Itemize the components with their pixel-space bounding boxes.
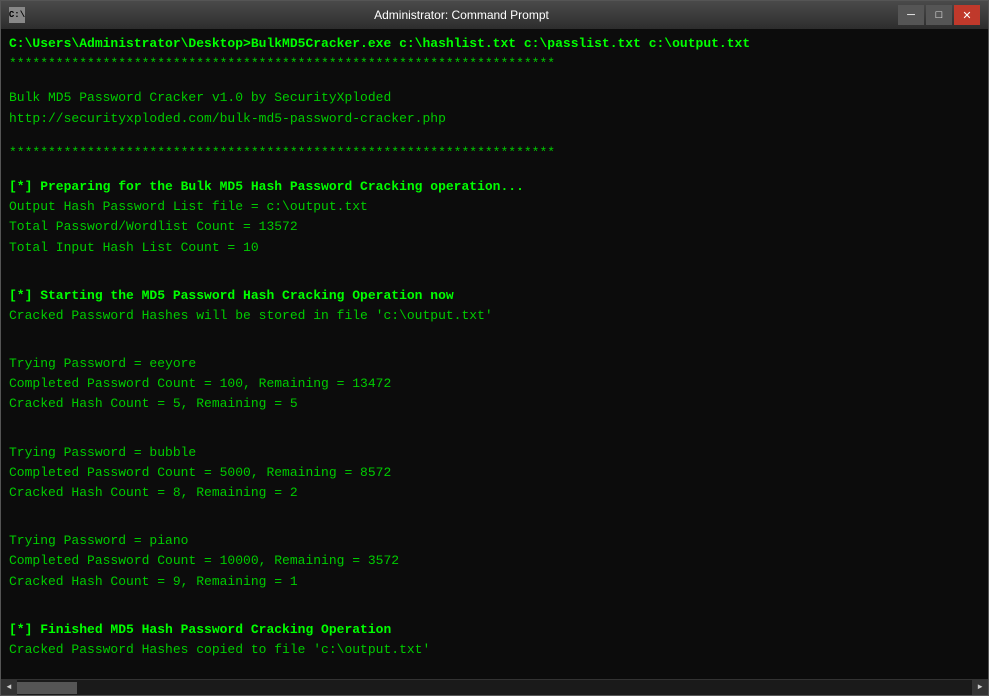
horizontal-scrollbar[interactable]: ◄ ► xyxy=(1,679,988,695)
terminal-line: [*] Finished MD5 Hash Password Cracking … xyxy=(9,621,980,639)
terminal-line: [*] Starting the MD5 Password Hash Crack… xyxy=(9,287,980,305)
empty-line xyxy=(9,273,980,287)
terminal-content[interactable]: C:\Users\Administrator\Desktop>BulkMD5Cr… xyxy=(1,29,988,679)
title-bar: C:\ Administrator: Command Prompt ─ □ ✕ xyxy=(1,1,988,29)
terminal-line: Trying Password = piano xyxy=(9,532,980,550)
terminal-line: Cracked Hash Count = 9, Remaining = 1 xyxy=(9,573,980,591)
title-bar-controls: ─ □ ✕ xyxy=(898,5,980,25)
command-prompt-window: C:\ Administrator: Command Prompt ─ □ ✕ … xyxy=(0,0,989,696)
scroll-thumb[interactable] xyxy=(17,682,77,694)
empty-line xyxy=(9,259,980,273)
terminal-line: Completed Password Count = 100, Remainin… xyxy=(9,375,980,393)
terminal-line: Completed Password Count = 5000, Remaini… xyxy=(9,464,980,482)
empty-line xyxy=(9,593,980,607)
terminal-line: Cracked Password Hashes will be stored i… xyxy=(9,307,980,325)
scroll-left-button[interactable]: ◄ xyxy=(1,680,17,696)
terminal-line: Cracked Hash Count = 5, Remaining = 5 xyxy=(9,395,980,413)
empty-line xyxy=(9,164,980,178)
title-bar-left: C:\ xyxy=(9,7,25,23)
terminal-line: [*] Preparing for the Bulk MD5 Hash Pass… xyxy=(9,178,980,196)
terminal-line: Completed Password Count = 10000, Remain… xyxy=(9,552,980,570)
command-prompt-line: C:\Users\Administrator\Desktop>BulkMD5Cr… xyxy=(9,35,980,53)
terminal-line: Cracked Password Hashes copied to file '… xyxy=(9,641,980,659)
terminal-output: ****************************************… xyxy=(9,55,980,679)
empty-line xyxy=(9,607,980,621)
terminal-line: Total Input Hash List Count = 10 xyxy=(9,239,980,257)
scroll-track[interactable] xyxy=(17,680,972,695)
empty-line xyxy=(9,661,980,675)
terminal-line: Cracked Hash Count = 8, Remaining = 2 xyxy=(9,484,980,502)
terminal-line: ****************************************… xyxy=(9,55,980,73)
empty-line xyxy=(9,327,980,341)
empty-line xyxy=(9,504,980,518)
empty-line xyxy=(9,341,980,355)
scroll-right-button[interactable]: ► xyxy=(972,680,988,696)
maximize-button[interactable]: □ xyxy=(926,5,952,25)
terminal-line: http://securityxploded.com/bulk-md5-pass… xyxy=(9,110,980,128)
terminal-body: C:\Users\Administrator\Desktop>BulkMD5Cr… xyxy=(1,29,988,695)
title-bar-title: Administrator: Command Prompt xyxy=(25,8,898,22)
window-icon: C:\ xyxy=(9,7,25,23)
terminal-line: Trying Password = bubble xyxy=(9,444,980,462)
terminal-line: Bulk MD5 Password Cracker v1.0 by Securi… xyxy=(9,89,980,107)
empty-line xyxy=(9,416,980,430)
empty-line xyxy=(9,518,980,532)
terminal-line: Trying Password = eeyore xyxy=(9,355,980,373)
terminal-line: Total Password/Wordlist Count = 13572 xyxy=(9,218,980,236)
terminal-line: Output Hash Password List file = c:\outp… xyxy=(9,198,980,216)
close-button[interactable]: ✕ xyxy=(954,5,980,25)
empty-line xyxy=(9,75,980,89)
terminal-line: ****************************************… xyxy=(9,144,980,162)
empty-line xyxy=(9,430,980,444)
empty-line xyxy=(9,130,980,144)
minimize-button[interactable]: ─ xyxy=(898,5,924,25)
